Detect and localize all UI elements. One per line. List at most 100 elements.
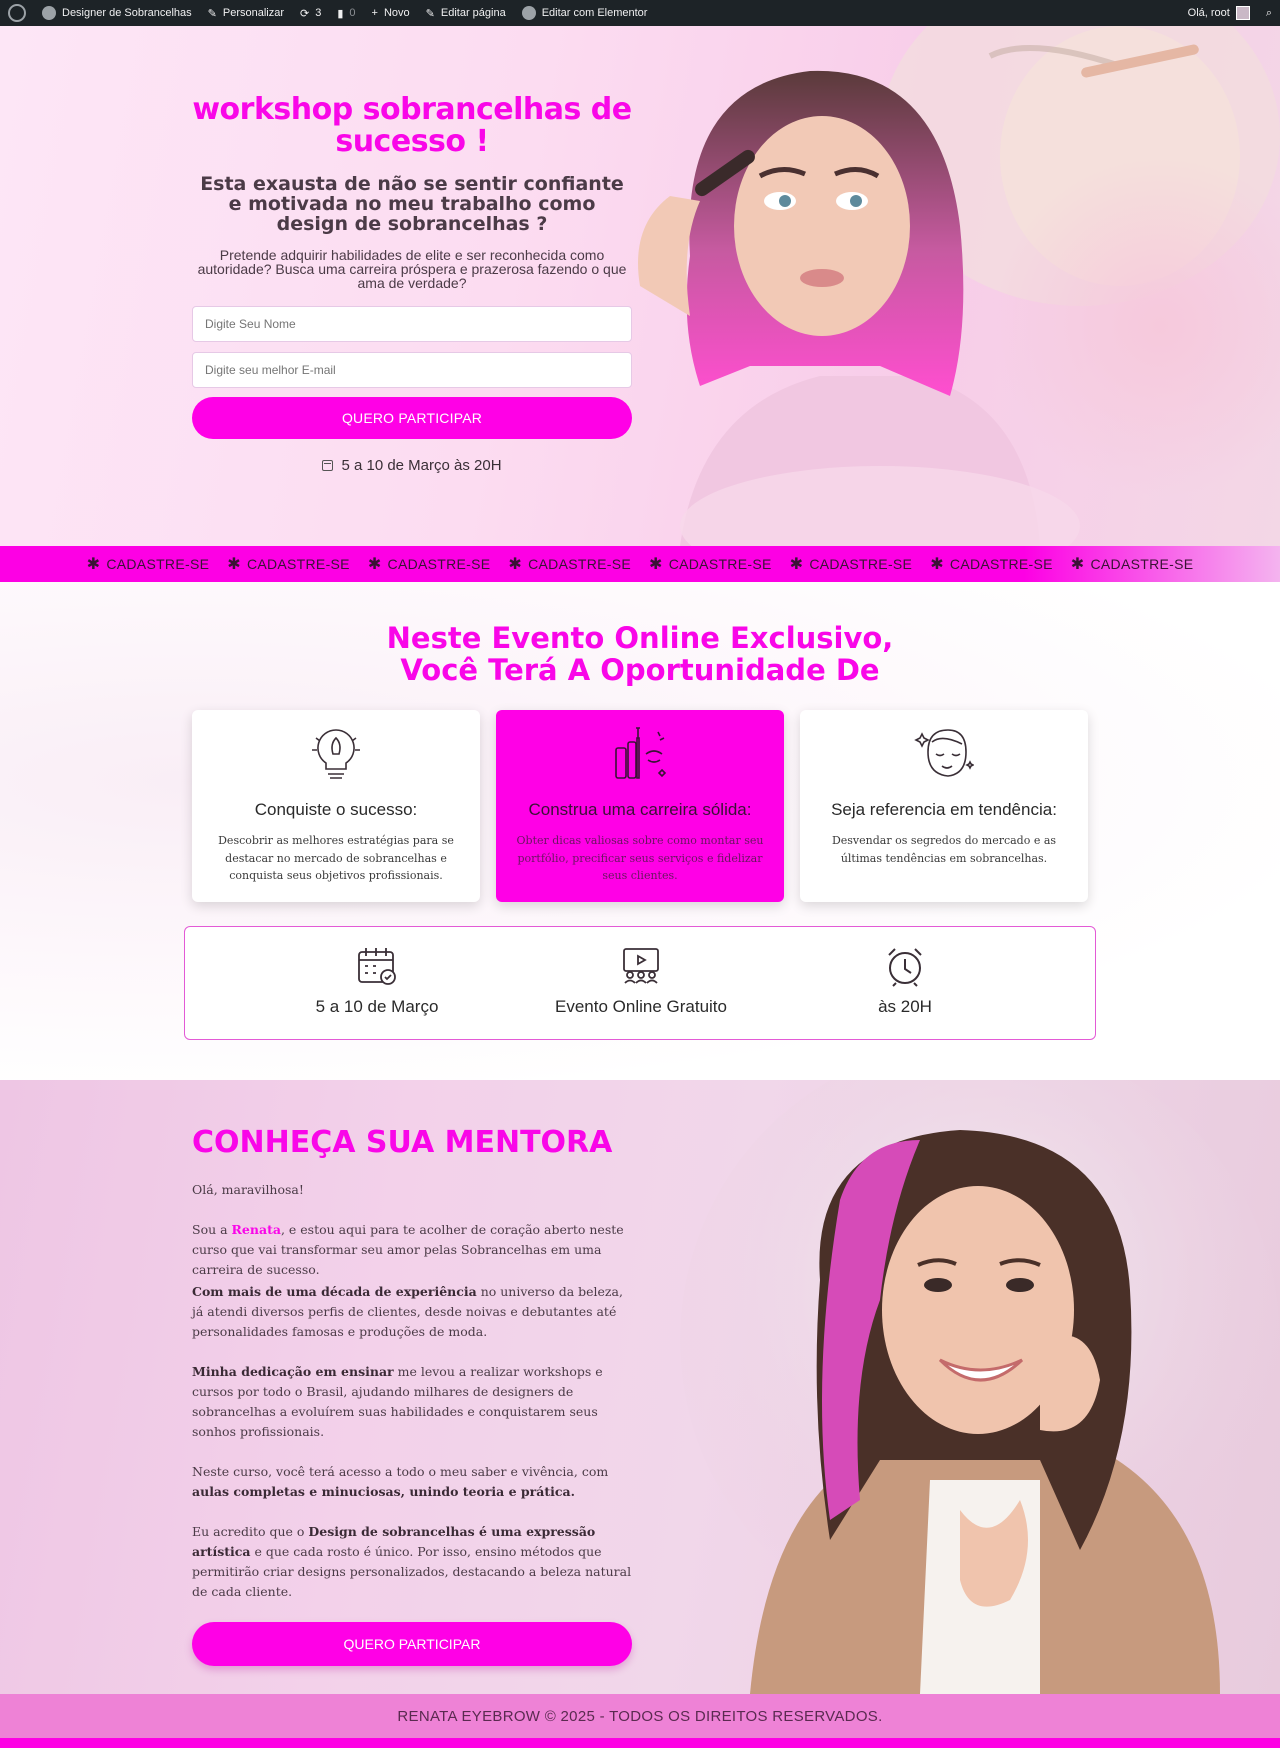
edit-elementor-label: Editar com Elementor [541,7,648,19]
asterisk-icon: ✱ [86,556,101,573]
benefit-card-career: Construa uma carreira sólida: Obter dica… [496,710,784,902]
asterisk-icon: ✱ [367,556,382,573]
updates-link[interactable]: ⟳ 3 [292,0,329,26]
dashboard-icon [42,6,56,20]
search-icon: ⌕ [1265,6,1272,19]
ticker-item[interactable]: ✱ CADASTRE-SE [368,554,491,574]
info-label: Evento Online Gratuito [555,997,727,1016]
edit-elementor-link[interactable]: Editar com Elementor [514,0,656,26]
comments-link[interactable]: ▮ 0 [329,0,363,26]
ticker-label: CADASTRE-SE [387,556,491,572]
site-name-label: Designer de Sobrancelhas [62,7,192,19]
admin-search[interactable]: ⌕ [1258,0,1280,26]
face-sparkle-icon [914,729,974,777]
card-title: Construa uma carreira sólida: [528,800,752,819]
info-time: às 20H [755,945,1055,1017]
wp-admin-bar: Designer de Sobrancelhas ✎ Personalizar ⟳… [0,0,1280,26]
copyright-text: RENATA EYEBROW © 2025 - TODOS OS DIREITO… [397,1707,883,1725]
benefit-card-success: Conquiste o sucesso: Descobrir as melhor… [192,710,480,902]
online-event-icon [623,948,659,984]
ticker-label: CADASTRE-SE [246,556,350,572]
account-menu[interactable]: Olá, root [1180,0,1258,26]
ticker-item[interactable]: ✱ CADASTRE-SE [649,554,772,574]
ticker-item[interactable]: ✱ CADASTRE-SE [1071,554,1194,574]
hero-photo [638,26,1280,546]
ticker-item[interactable]: ✱ CADASTRE-SE [227,554,350,574]
card-title: Seja referencia em tendência: [831,800,1057,819]
experience-bold: Com mais de uma década de experiência [192,1284,477,1299]
edit-page-label: Editar página [440,7,506,19]
asterisk-icon: ✱ [649,556,663,573]
mentor-name: Renata [231,1222,281,1237]
event-date-label: 5 a 10 de Março às 20H [341,457,502,474]
cadastre-ticker: ✱ CADASTRE-SE ✱ CADASTRE-SE ✱ CADASTRE-SE ✱… [0,546,1280,582]
event-info-box: 5 a 10 de Março Evento Online Gratuito à… [184,926,1096,1040]
card-text: Descobrir as melhores estratégias para s… [218,834,454,882]
hero-text: Pretende adquirir habilidades de elite e… [197,247,627,291]
info-label: às 20H [878,997,932,1016]
wordpress-icon [8,4,26,22]
makeup-tools-icon [615,727,667,779]
ticker-item[interactable]: ✱ CADASTRE-SE [87,554,210,574]
course-bold: aulas completas e minuciosas, unindo teo… [192,1484,575,1499]
hero-subtitle: Esta exausta de não se sentir confiante … [200,173,624,235]
participate-button[interactable]: QUERO PARTICIPAR [192,397,632,439]
new-label: Novo [383,7,410,19]
comments-count: 0 [349,7,356,19]
customize-link[interactable]: ✎ Personalizar [200,0,292,26]
belief-text-rest: e que cada rosto é único. Por isso, ensi… [192,1544,632,1599]
customize-label: Personalizar [222,7,284,19]
hero-section: workshop sobrancelhas de sucesso ! Esta … [0,26,1280,546]
mentor-intro: Sou a Renata, e estou aqui para te acolh… [192,1220,632,1280]
mentor-teaching: Minha dedicação em ensinar me levou a re… [192,1362,632,1442]
ticker-item[interactable]: ✱ CADASTRE-SE [790,554,913,574]
mentor-belief: Eu acredito que o Design de sobrancelhas… [192,1522,632,1602]
course-text: Neste curso, você terá acesso a todo o m… [192,1464,609,1479]
asterisk-icon: ✱ [789,556,804,573]
brush-icon: ✎ [207,7,217,20]
email-input[interactable] [192,352,632,388]
intro-text: Sou a [192,1222,232,1237]
name-input[interactable] [192,306,632,342]
wp-logo-menu[interactable] [0,0,34,26]
ticker-label: CADASTRE-SE [528,556,631,572]
mentor-participate-button[interactable]: QUERO PARTICIPAR [192,1622,632,1666]
mentor-photo [680,1080,1280,1694]
new-content-menu[interactable]: + Novo [364,0,418,26]
card-title: Conquiste o sucesso: [254,800,418,819]
mentor-greeting: Olá, maravilhosa! [192,1182,304,1197]
elementor-icon [521,6,536,20]
site-name-menu[interactable]: Designer de Sobrancelhas [34,0,200,26]
calendar-check-icon [358,948,396,985]
info-date: 5 a 10 de Março [227,945,527,1017]
ticker-item[interactable]: ✱ CADASTRE-SE [930,554,1053,574]
comment-icon: ▮ [337,7,344,20]
ticker-item[interactable]: ✱ CADASTRE-SE [508,554,631,574]
updates-icon: ⟳ [300,7,310,20]
card-text: Obter dicas valiosas sobre como montar s… [516,834,764,882]
greeting-label: Olá, root [1187,7,1230,19]
event-section: Neste Evento Online Exclusivo, Você Terá… [0,582,1280,1080]
edit-page-link[interactable]: ✎ Editar página [418,0,514,26]
ticker-label: CADASTRE-SE [949,556,1053,572]
event-title-line2: Você Terá A Oportunidade De [400,653,880,687]
benefit-card-trend: Seja referencia em tendência: Desvendar … [800,710,1088,902]
teaching-bold: Minha dedicação em ensinar [192,1364,394,1379]
asterisk-icon: ✱ [930,556,944,573]
mentor-course: Neste curso, você terá acesso a todo o m… [192,1462,632,1502]
info-label: 5 a 10 de Março [315,997,439,1016]
asterisk-icon: ✱ [227,556,241,573]
asterisk-icon: ✱ [1070,556,1085,573]
ticker-label: CADASTRE-SE [809,556,913,572]
plus-icon: + [371,7,378,19]
rocket-lightbulb-icon [312,729,360,779]
event-date: 5 a 10 de Março às 20H [192,457,632,474]
footer: RENATA EYEBROW © 2025 - TODOS OS DIREITO… [0,1694,1280,1738]
asterisk-icon: ✱ [508,556,523,573]
hero-title: workshop sobrancelhas de sucesso ! [192,92,632,159]
calendar-icon [322,460,334,471]
updates-count: 3 [315,7,322,19]
avatar [1235,6,1250,20]
mentor-section: CONHEÇA SUA MENTORA Olá, maravilhosa! So… [0,1080,1280,1694]
alarm-clock-icon [888,948,922,987]
